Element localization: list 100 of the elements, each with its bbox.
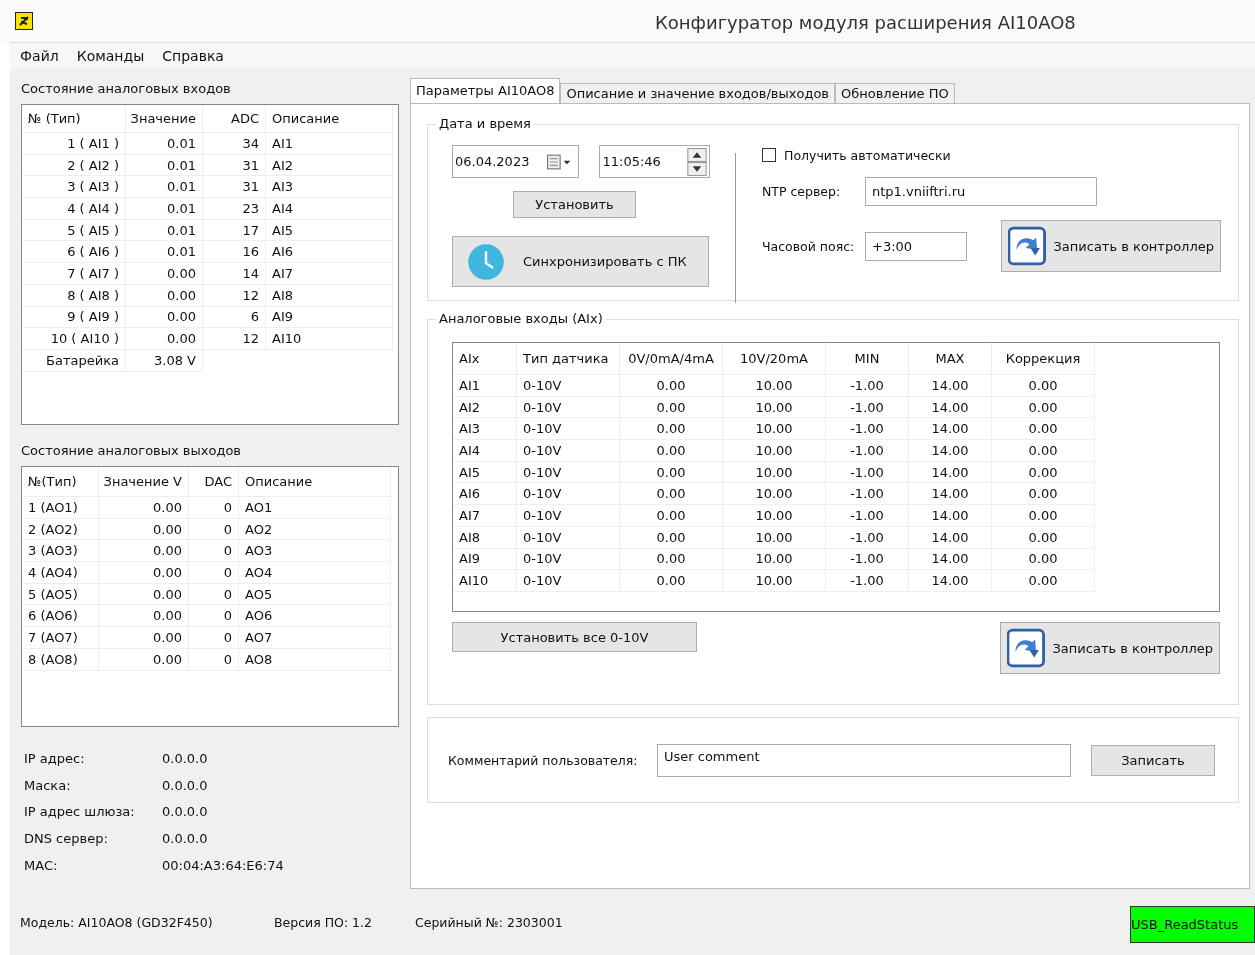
save-button[interactable]: Записать [1091, 744, 1215, 776]
date-field[interactable]: 06.04.2023 [452, 145, 580, 178]
table-cell: AI1 [453, 375, 517, 397]
status-text: Серийный №: 2303001 [415, 915, 563, 930]
table-cell: 0-10V [517, 548, 620, 571]
table-cell: 31 [203, 154, 266, 177]
table-cell: 0.01 [126, 154, 203, 177]
menu-item[interactable]: Справка [162, 48, 224, 64]
table-cell: 0 [189, 540, 239, 563]
table-cell: 7 ( AI7 ) [22, 263, 126, 285]
ntp-field[interactable]: ntp1.vniiftri.ru [865, 177, 1097, 206]
write-button[interactable]: Записать в контроллер [1001, 220, 1221, 272]
table-cell: -1.00 [826, 526, 909, 549]
table-cell: AI3 [266, 176, 393, 199]
field-label: IP адрес: [24, 750, 86, 766]
table-cell: 0 [189, 562, 239, 584]
timezone-field[interactable]: +3:00 [865, 231, 967, 261]
table-cell: AO5 [239, 583, 391, 606]
table-cell: AI1 [266, 133, 393, 155]
set-all-button[interactable]: Установить все 0-10V [452, 622, 697, 652]
clock-icon [467, 242, 505, 281]
table-cell: 6 (AO6) [22, 605, 99, 628]
comment-field[interactable]: User comment [657, 743, 1071, 777]
table-cell: -1.00 [826, 440, 909, 462]
field-value: 0.0.0.0 [162, 777, 209, 793]
table-cell: 2 (AO2) [22, 518, 99, 541]
column-header: Значение V [99, 467, 189, 497]
table-cell: 0.00 [620, 526, 723, 549]
table-cell: 0.00 [620, 440, 723, 462]
table-cell: 3 (AO3) [22, 540, 99, 563]
table-cell: AI6 [453, 483, 517, 506]
table-cell: 5 ( AI5 ) [22, 219, 126, 242]
usb-status-indicator: USB_ReadStatus [1130, 906, 1255, 943]
table-cell: 0.00 [620, 570, 723, 592]
tab[interactable]: Описание и значение входов/выходов [560, 83, 835, 103]
sync-button[interactable]: Синхронизировать с ПК [452, 236, 709, 287]
table-cell: 0.00 [620, 461, 723, 484]
field-label: Часовой пояс: [762, 238, 856, 254]
write-button[interactable]: Записать в контроллер [1000, 622, 1220, 674]
table-cell: 10.00 [723, 418, 826, 441]
table-cell: 14.00 [909, 483, 992, 506]
table-cell: 0 [189, 605, 239, 628]
column-header: MAX [909, 343, 992, 375]
table-cell: 9 ( AI9 ) [22, 306, 126, 329]
table-cell: 0 [189, 497, 239, 519]
table-cell: AI10 [453, 570, 517, 592]
table-cell: 12 [203, 284, 266, 307]
table-cell: 0.00 [992, 483, 1095, 506]
column-header: №(Тип) [22, 467, 99, 497]
checkbox[interactable] [762, 148, 776, 162]
column-header: Тип датчика [517, 343, 620, 375]
table-cell: 0.00 [99, 583, 189, 606]
table-cell: 1 (AO1) [22, 497, 99, 519]
table-cell: 0.00 [620, 483, 723, 506]
table-cell: 0 [189, 648, 239, 671]
table-cell: 0.00 [99, 497, 189, 519]
tab[interactable]: Обновление ПО [835, 83, 955, 103]
table-cell: 3 ( AI3 ) [22, 176, 126, 199]
time-field[interactable]: 11:05:46 [599, 145, 710, 178]
table-cell: 0 [189, 583, 239, 606]
table-cell: 10 ( AI10 ) [22, 328, 126, 350]
table-cell: 14.00 [909, 418, 992, 441]
table-cell: 14.00 [909, 526, 992, 549]
table-cell: Батарейка [22, 349, 126, 372]
table-cell: 0.00 [620, 418, 723, 441]
table-cell: 0.01 [126, 133, 203, 155]
table-cell: 10.00 [723, 461, 826, 484]
table-cell: 0.00 [126, 328, 203, 350]
table-cell: 0-10V [517, 440, 620, 462]
table-cell: 0-10V [517, 483, 620, 506]
table-cell: 4 (AO4) [22, 562, 99, 584]
table-cell: 14.00 [909, 440, 992, 462]
table-cell: 0-10V [517, 570, 620, 592]
field-value: 0.0.0.0 [162, 804, 209, 820]
table-cell: 34 [203, 133, 266, 155]
status-text: Модель: AI10AO8 (GD32F450) [20, 915, 214, 930]
table-cell: 0.00 [126, 263, 203, 285]
menu-item[interactable]: Команды [76, 48, 145, 64]
table-cell: 14.00 [909, 461, 992, 484]
menu-item[interactable]: Файл [20, 48, 59, 64]
table-cell: 10.00 [723, 396, 826, 419]
table-cell: 0-10V [517, 505, 620, 527]
field-label: IP адрес шлюза: [24, 804, 136, 820]
table-cell: AO2 [239, 518, 391, 541]
table-cell: 0.00 [992, 461, 1095, 484]
table-cell: -1.00 [826, 396, 909, 419]
column-header: MIN [826, 343, 909, 375]
table-cell: AO1 [239, 497, 391, 519]
app-logo-icon [15, 12, 33, 30]
status-text: Версия ПО: 1.2 [274, 915, 373, 930]
table-cell: 5 (AO5) [22, 583, 99, 606]
tab[interactable]: Параметры AI10AO8 [410, 78, 561, 103]
table-cell: AI7 [266, 263, 393, 285]
table-cell: 0.00 [992, 375, 1095, 397]
column-header: AIx [453, 343, 517, 375]
table-cell: -1.00 [826, 375, 909, 397]
table-cell: 0.00 [99, 605, 189, 628]
table-cell: AI7 [453, 505, 517, 527]
table-cell: -1.00 [826, 418, 909, 441]
set-button[interactable]: Установить [513, 191, 636, 218]
